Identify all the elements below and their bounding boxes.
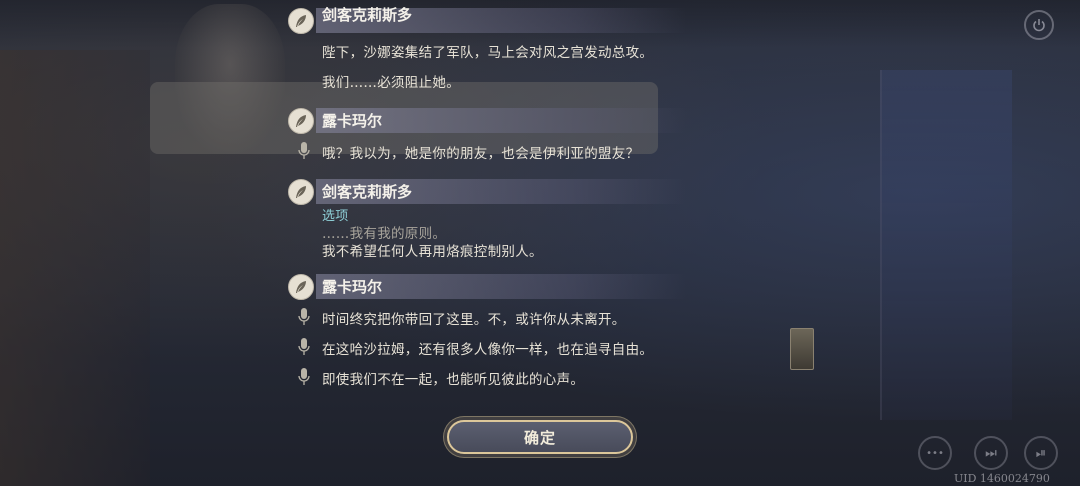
feather-icon (288, 107, 314, 134)
play-pause-icon: ⏯ (1035, 445, 1047, 461)
dialogue-line: 我们……必须阻止她。 (322, 75, 460, 91)
speaker-band: 剑客克莉斯多 (316, 179, 686, 204)
speaker-band: 露卡玛尔 (316, 274, 686, 299)
microphone-icon[interactable] (298, 368, 310, 386)
more-icon: ••• (926, 447, 944, 459)
speaker-band: 剑客克莉斯多 (316, 6, 686, 33)
lantern (790, 328, 814, 370)
log-entry-header: 剑客克莉斯多 (288, 6, 686, 34)
confirm-button-label: 确定 (523, 428, 556, 447)
log-entry-header: 露卡玛尔 (288, 273, 686, 300)
dialogue-option-choice: ……我有我的原则。 (322, 226, 447, 242)
speaker-name: 露卡玛尔 (322, 278, 383, 296)
log-entry-header: 露卡玛尔 (288, 107, 686, 134)
feather-icon (288, 273, 314, 300)
speaker-name: 剑客克莉斯多 (322, 6, 413, 24)
skip-icon: ⏭ (985, 445, 997, 461)
dialogue-line: 哦？我以为，她是你的朋友，也会是伊利亚的盟友？ (322, 146, 640, 162)
skip-button[interactable]: ⏭ (974, 436, 1008, 470)
dialogue-line: 在这哈沙拉姆，还有很多人像你一样，也在追寻自由。 (322, 342, 654, 358)
dialogue-log[interactable]: 剑客克莉斯多 陛下，沙娜姿集结了军队，马上会对风之宫发动总攻。 我们……必须阻止… (288, 0, 688, 400)
microphone-icon[interactable] (298, 338, 310, 356)
more-options-button[interactable]: ••• (918, 436, 952, 470)
speaker-name: 剑客克莉斯多 (322, 183, 413, 201)
speaker-name: 露卡玛尔 (322, 112, 383, 130)
dialogue-line: 时间终究把你带回了这里。不，或许你从未离开。 (322, 312, 626, 328)
speaker-band: 露卡玛尔 (316, 108, 686, 133)
dialogue-line: 陛下，沙娜姿集结了军队，马上会对风之宫发动总攻。 (322, 45, 654, 61)
power-icon[interactable] (1024, 10, 1054, 40)
microphone-icon[interactable] (298, 142, 310, 160)
dialogue-line: 即使我们不在一起，也能听见彼此的心声。 (322, 372, 585, 388)
dialogue-line: 我不希望任何人再用烙痕控制别人。 (322, 244, 543, 260)
feather-icon (288, 7, 314, 34)
log-entry-header: 剑客克莉斯多 (288, 178, 686, 205)
background-left-wall (0, 50, 150, 486)
confirm-button[interactable]: 确定 (447, 420, 633, 454)
auto-play-button[interactable]: ⏯ (1024, 436, 1058, 470)
microphone-icon[interactable] (298, 308, 310, 326)
feather-icon (288, 178, 314, 205)
uid-label: UID 1460024790 (954, 472, 1050, 485)
background-doorway (880, 70, 1012, 420)
